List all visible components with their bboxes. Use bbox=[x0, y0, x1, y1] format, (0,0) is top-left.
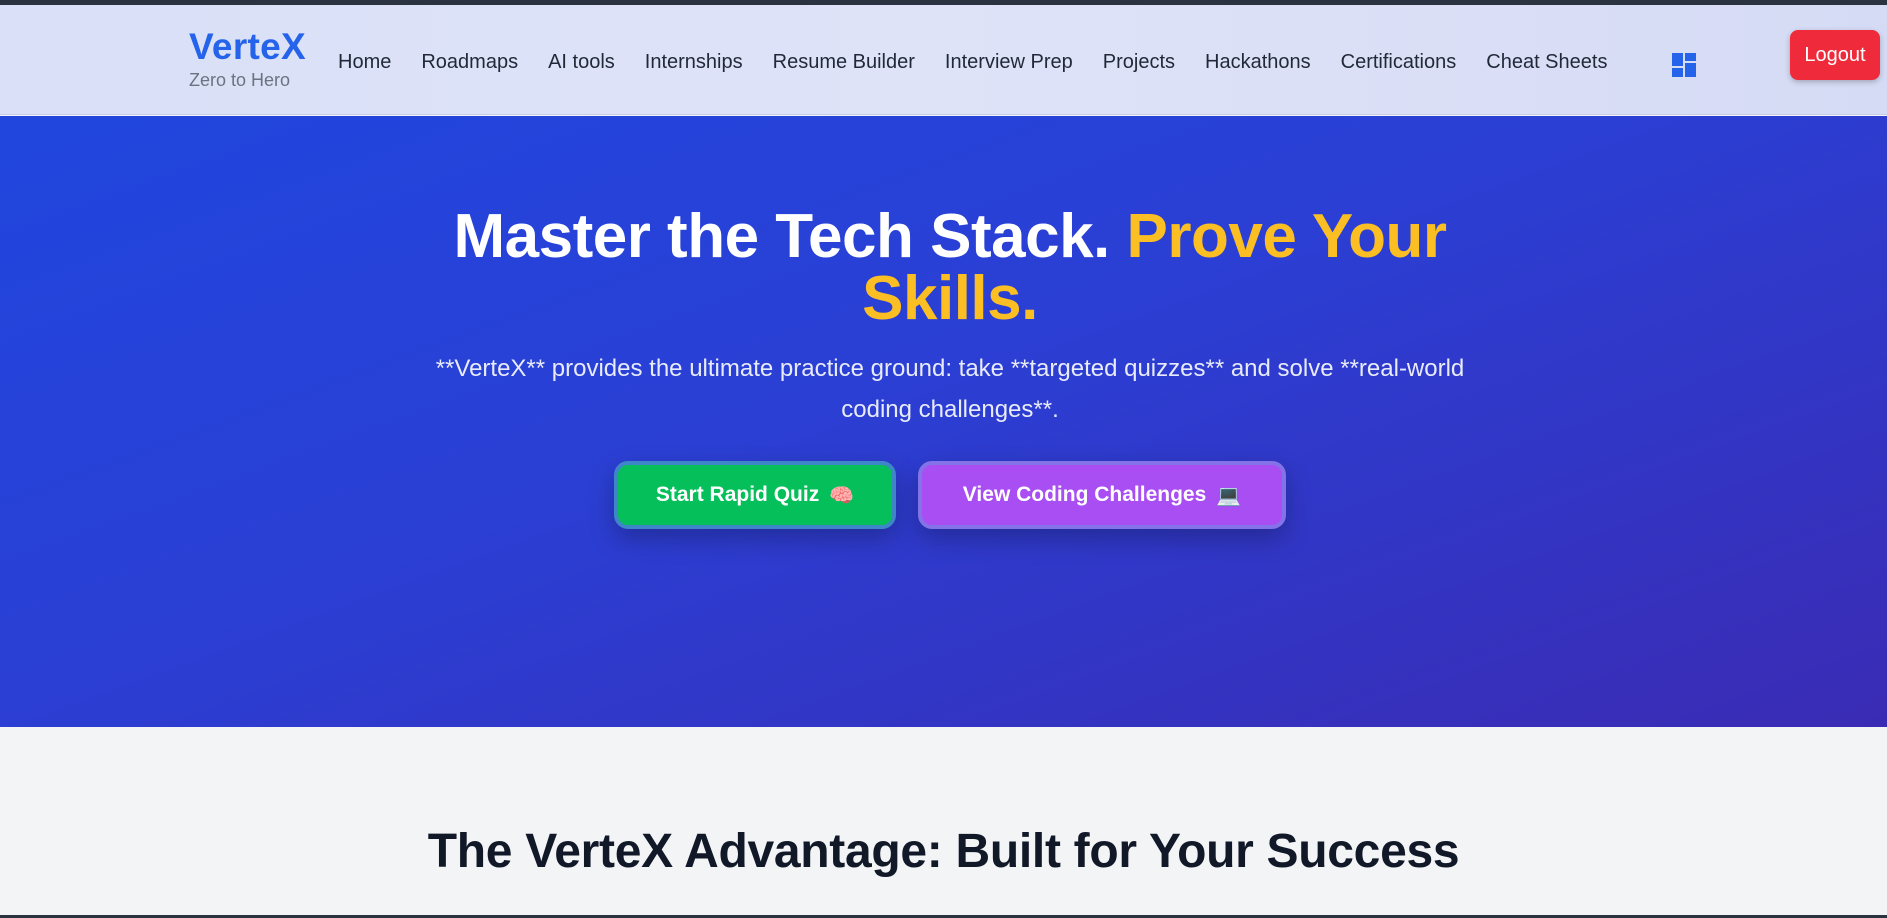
nav-item-interview-prep[interactable]: Interview Prep bbox=[945, 49, 1073, 75]
nav-item-projects[interactable]: Projects bbox=[1103, 49, 1175, 75]
nav-item-hackathons[interactable]: Hackathons bbox=[1205, 49, 1311, 75]
hero-title-main: Master the Tech Stack. bbox=[453, 202, 1127, 271]
nav-links: Home Roadmaps AI tools Internships Resum… bbox=[338, 49, 1637, 75]
nav-item-roadmaps[interactable]: Roadmaps bbox=[421, 49, 518, 75]
view-coding-challenges-label: View Coding Challenges bbox=[962, 483, 1207, 506]
hero-section: Master the Tech Stack. Prove Your Skills… bbox=[0, 116, 1887, 727]
brand[interactable]: VerteX Zero to Hero bbox=[189, 25, 306, 91]
hero-title: Master the Tech Stack. Prove Your Skills… bbox=[440, 206, 1460, 330]
start-rapid-quiz-button[interactable]: Start Rapid Quiz 🧠 bbox=[614, 461, 896, 529]
hero-subtitle: **VerteX** provides the ultimate practic… bbox=[435, 355, 1465, 423]
brand-tagline: Zero to Hero bbox=[189, 70, 291, 90]
nav-item-internships[interactable]: Internships bbox=[645, 49, 743, 75]
view-coding-challenges-button[interactable]: View Coding Challenges 💻 bbox=[918, 461, 1286, 529]
nav-item-ai-tools[interactable]: AI tools bbox=[548, 49, 615, 75]
dashboard-icon[interactable] bbox=[1672, 53, 1696, 77]
start-rapid-quiz-label: Start Rapid Quiz bbox=[655, 483, 820, 506]
navbar: VerteX Zero to Hero Home Roadmaps AI too… bbox=[0, 5, 1887, 115]
nav-item-resume-builder[interactable]: Resume Builder bbox=[773, 49, 915, 75]
logout-button[interactable]: Logout bbox=[1790, 30, 1880, 80]
laptop-icon: 💻 bbox=[1216, 484, 1242, 507]
brand-name[interactable]: VerteX bbox=[189, 25, 306, 69]
advantage-title: The VerteX Advantage: Built for Your Suc… bbox=[427, 825, 1460, 878]
nav-item-home[interactable]: Home bbox=[338, 49, 391, 75]
nav-item-certifications[interactable]: Certifications bbox=[1341, 49, 1457, 75]
brain-icon: 🧠 bbox=[829, 484, 855, 507]
nav-item-cheat-sheets[interactable]: Cheat Sheets bbox=[1486, 49, 1607, 75]
